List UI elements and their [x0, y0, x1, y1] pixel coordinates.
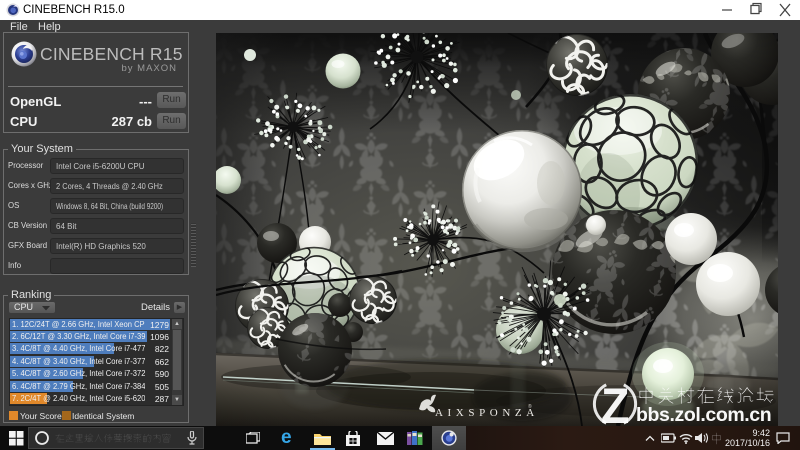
svg-text:Z: Z	[601, 378, 629, 426]
svg-text:®: ®	[528, 403, 532, 410]
svg-text:bbs.zol.com.cn: bbs.zol.com.cn	[636, 404, 771, 426]
svg-text:AIXSPONZA: AIXSPONZA	[435, 407, 539, 419]
